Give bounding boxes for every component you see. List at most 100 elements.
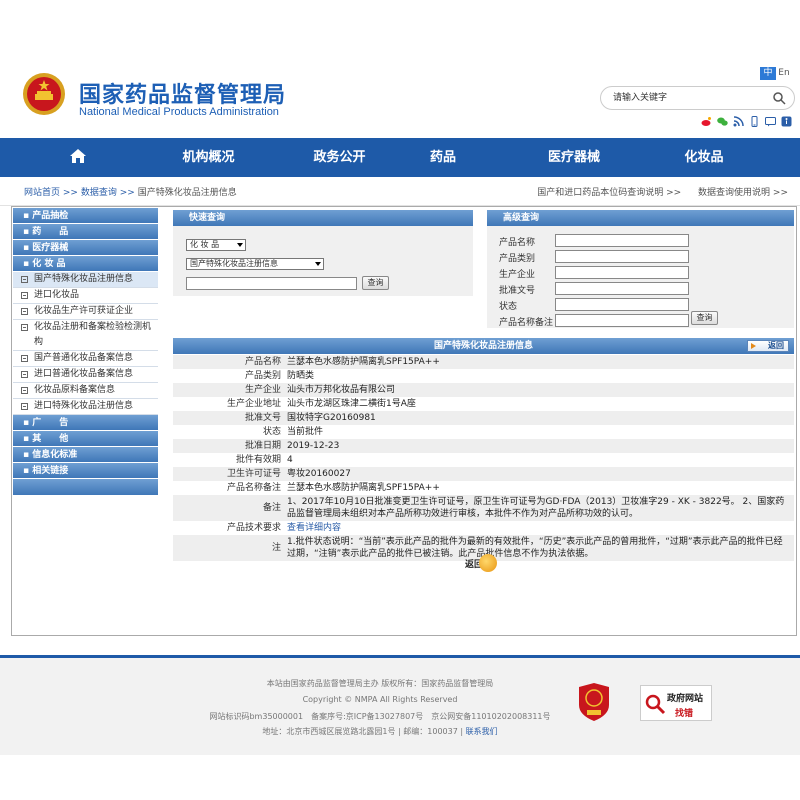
table-row: 生产企业 汕头市万邦化妆品有限公司: [173, 383, 794, 397]
field-value: 国妆特字G20160981: [284, 411, 794, 425]
breadcrumb-sep: >>: [119, 187, 135, 198]
chevron-down-icon: [237, 243, 243, 247]
info-table: 产品名称 兰瑟本色水感防护隔离乳SPF15PA++ 产品类别 防晒类 生产企业 汕头市万邦…: [173, 355, 794, 561]
collapse-icon: [21, 308, 28, 315]
nav-item-institution[interactable]: 机构概况: [155, 138, 262, 177]
quick-search-input[interactable]: [186, 277, 357, 290]
magnifier-icon: [645, 694, 666, 715]
national-emblem-icon: [23, 73, 65, 115]
field-label: 生产企业地址: [173, 397, 284, 411]
table-row: 产品名称 兰瑟本色水感防护隔离乳SPF15PA++: [173, 355, 794, 369]
search-input[interactable]: 请输入关键字: [600, 86, 795, 110]
table-row: 产品类别 防晒类: [173, 369, 794, 383]
sidebar-category[interactable]: ▪ 产品抽检: [13, 208, 158, 224]
advanced-field-label: 状态: [499, 302, 518, 312]
sidebar-category[interactable]: ▪ 其 他: [13, 431, 158, 447]
advanced-field-input[interactable]: [555, 298, 689, 311]
back-top-button[interactable]: 返回: [747, 340, 789, 352]
footer-address-text: 地址：北京市西城区展览路北露园1号 | 邮编：100037 |: [262, 727, 464, 736]
footer-address: 地址：北京市西城区展览路北露园1号 | 邮编：100037 | 联系我们: [0, 726, 760, 737]
quick-search-button[interactable]: 查询: [362, 276, 389, 290]
advanced-field-input[interactable]: [555, 250, 689, 263]
advanced-field-input[interactable]: [555, 266, 689, 279]
sidebar-category[interactable]: ▪ 药 品: [13, 224, 158, 240]
field-value: 查看详细内容: [284, 521, 794, 535]
table-row: 批准文号 国妆特字G20160981: [173, 411, 794, 425]
database-select[interactable]: 国产特殊化妆品注册信息: [186, 258, 324, 270]
field-label: 卫生许可证号: [173, 467, 284, 481]
category-select[interactable]: 化 妆 品: [186, 239, 246, 251]
field-label: 生产企业: [173, 383, 284, 397]
field-value: 1、2017年10月10日批准变更卫生许可证号，原卫生许可证号为GD·FDA（2…: [284, 495, 794, 521]
field-label: 备注: [173, 495, 284, 521]
sidebar-item-label: 进口特殊化妆品注册信息: [34, 401, 134, 411]
site-title-en[interactable]: National Medical Products Administration: [79, 106, 279, 118]
advanced-field-label: 生产企业: [499, 270, 536, 280]
sidebar-category[interactable]: ▪ 信息化标准: [13, 447, 158, 463]
code-query-help-link[interactable]: 国产和进口药品本位码查询说明 >>: [537, 188, 681, 198]
data-query-help-link[interactable]: 数据查询使用说明 >>: [698, 188, 788, 198]
message-icon[interactable]: [765, 116, 776, 127]
field-label: 产品类别: [173, 369, 284, 383]
collapse-icon: [21, 276, 28, 283]
advanced-field-label: 产品类别: [499, 254, 536, 264]
nav-home[interactable]: [0, 138, 155, 177]
header: 国家药品监督管理局 National Medical Products Admi…: [0, 60, 800, 138]
sidebar-category[interactable]: ▪ 广 告: [13, 415, 158, 431]
lang-zh-button[interactable]: 中: [760, 67, 776, 80]
wechat-icon[interactable]: [717, 116, 728, 127]
breadcrumb-sep: >>: [62, 187, 78, 198]
rss-icon[interactable]: [733, 116, 744, 127]
sidebar-item[interactable]: 进口特殊化妆品注册信息: [13, 399, 158, 415]
sidebar-item[interactable]: 化妆品原料备案信息: [13, 383, 158, 399]
nav-item-drugs[interactable]: 药品: [417, 138, 469, 177]
table-row: 卫生许可证号 粤妆20160027: [173, 467, 794, 481]
mobile-icon[interactable]: [749, 116, 760, 127]
sidebar-category[interactable]: ▪ 相关链接: [13, 463, 158, 479]
field-value: 当前批件: [284, 425, 794, 439]
table-row: 备注 1、2017年10月10日批准变更卫生许可证号，原卫生许可证号为GD·FDA…: [173, 495, 794, 521]
nav-item-government[interactable]: 政务公开: [262, 138, 417, 177]
field-label: 状态: [173, 425, 284, 439]
sidebar-category[interactable]: ▪ 医疗器械: [13, 240, 158, 256]
weibo-icon[interactable]: [701, 116, 712, 127]
party-gov-badge-icon[interactable]: [577, 683, 611, 721]
nav-item-devices[interactable]: 医疗器械: [469, 138, 679, 177]
advanced-search-button[interactable]: 查询: [691, 311, 718, 325]
contact-us-link[interactable]: 联系我们: [466, 727, 498, 736]
field-label: 批件有效期: [173, 453, 284, 467]
field-label: 批准文号: [173, 411, 284, 425]
sidebar-item[interactable]: 化妆品生产许可获证企业: [13, 304, 158, 320]
lang-en-button[interactable]: En: [776, 67, 792, 80]
advanced-field-input[interactable]: [555, 234, 689, 247]
field-label: 产品名称: [173, 355, 284, 369]
site-title[interactable]: 国家药品监督管理局: [79, 77, 286, 109]
database-select-value: 国产特殊化妆品注册信息: [190, 259, 278, 268]
category-select-value: 化 妆 品: [190, 240, 220, 249]
advanced-field-input[interactable]: [555, 314, 689, 327]
breadcrumb-query[interactable]: 数据查询: [81, 188, 117, 198]
advanced-search-panel: 高级查询 产品名称 产品类别 生产企业 批准文号 状态 产品名称备注 查询: [487, 210, 794, 328]
sidebar-item[interactable]: 化妆品注册和备案检验检测机构: [13, 320, 158, 351]
sidebar-category[interactable]: ▪ 化 妆 品: [13, 256, 158, 272]
collapse-icon: [21, 403, 28, 410]
nav-item-cosmetics[interactable]: 化妆品: [679, 138, 729, 177]
sidebar-item[interactable]: 进口普通化妆品备案信息: [13, 367, 158, 383]
sidebar-item-label: 进口普通化妆品备案信息: [34, 369, 134, 379]
search-icon[interactable]: [772, 91, 786, 105]
tech-requirement-link[interactable]: 查看详细内容: [287, 523, 341, 533]
advanced-field-label: 产品名称备注: [499, 318, 554, 328]
quick-search-panel: 快速查询 化 妆 品 国产特殊化妆品注册信息 查询: [173, 210, 473, 296]
field-value: 4: [284, 453, 794, 467]
collapse-icon: [21, 387, 28, 394]
advanced-field-input[interactable]: [555, 282, 689, 295]
breadcrumb-home[interactable]: 网站首页: [24, 188, 60, 198]
sidebar-item[interactable]: 国产普通化妆品备案信息: [13, 351, 158, 367]
back-button[interactable]: 返回: [465, 554, 497, 572]
info-title: 国产特殊化妆品注册信息: [433, 341, 533, 351]
sidebar-item[interactable]: 进口化妆品: [13, 288, 158, 304]
gov-error-report-badge[interactable]: 政府网站 找错: [640, 685, 712, 721]
collapse-icon: [21, 292, 28, 299]
accessibility-icon[interactable]: [781, 116, 792, 127]
sidebar-item[interactable]: 国产特殊化妆品注册信息: [13, 272, 158, 288]
